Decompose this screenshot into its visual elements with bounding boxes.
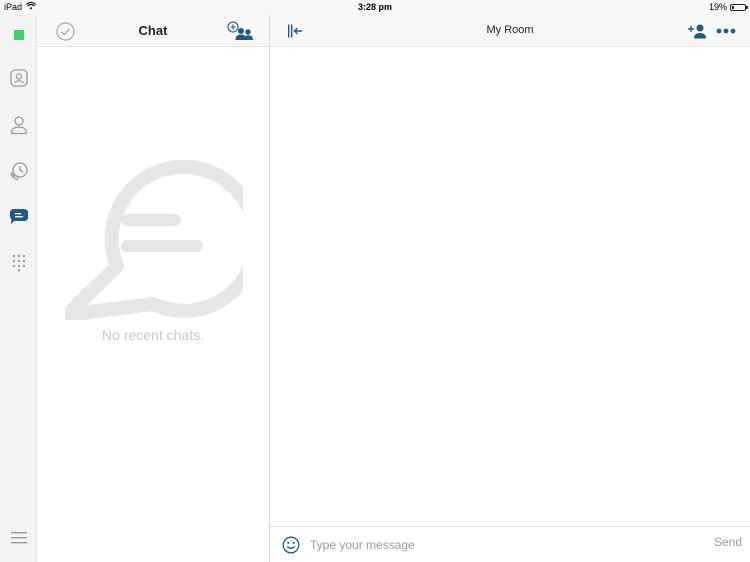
chat-list-pane: Chat No recent chats. <box>37 15 270 562</box>
add-person-icon[interactable] <box>686 22 708 40</box>
room-title: My Room <box>486 24 534 36</box>
dialpad-icon[interactable] <box>0 252 37 274</box>
person-icon[interactable] <box>0 114 37 136</box>
message-composer: Send <box>270 526 750 562</box>
send-button[interactable]: Send <box>714 535 742 549</box>
status-bar: iPad 3:28 pm 19% <box>0 0 750 15</box>
add-group-icon[interactable] <box>226 20 256 42</box>
empty-state-message: No recent chats. <box>102 327 204 343</box>
emoji-icon[interactable] <box>281 535 301 555</box>
presence-status-icon[interactable] <box>0 27 37 43</box>
more-dots-icon[interactable] <box>714 24 738 38</box>
chat-bubble-icon[interactable] <box>0 206 37 228</box>
status-time: 3:28 pm <box>357 2 392 12</box>
call-history-icon[interactable] <box>0 160 37 182</box>
room-header: My Room <box>270 15 750 47</box>
battery-icon <box>730 3 748 11</box>
room-pane: My Room Send <box>270 15 750 562</box>
contact-card-icon[interactable] <box>0 68 37 88</box>
chat-list-header: Chat <box>37 15 269 47</box>
presence-indicator <box>13 30 24 40</box>
navigation-rail <box>0 15 37 562</box>
menu-icon[interactable] <box>0 529 37 547</box>
empty-chat-illustration-icon <box>65 159 243 320</box>
message-input[interactable] <box>310 535 680 555</box>
battery-percent: 19% <box>708 2 727 12</box>
